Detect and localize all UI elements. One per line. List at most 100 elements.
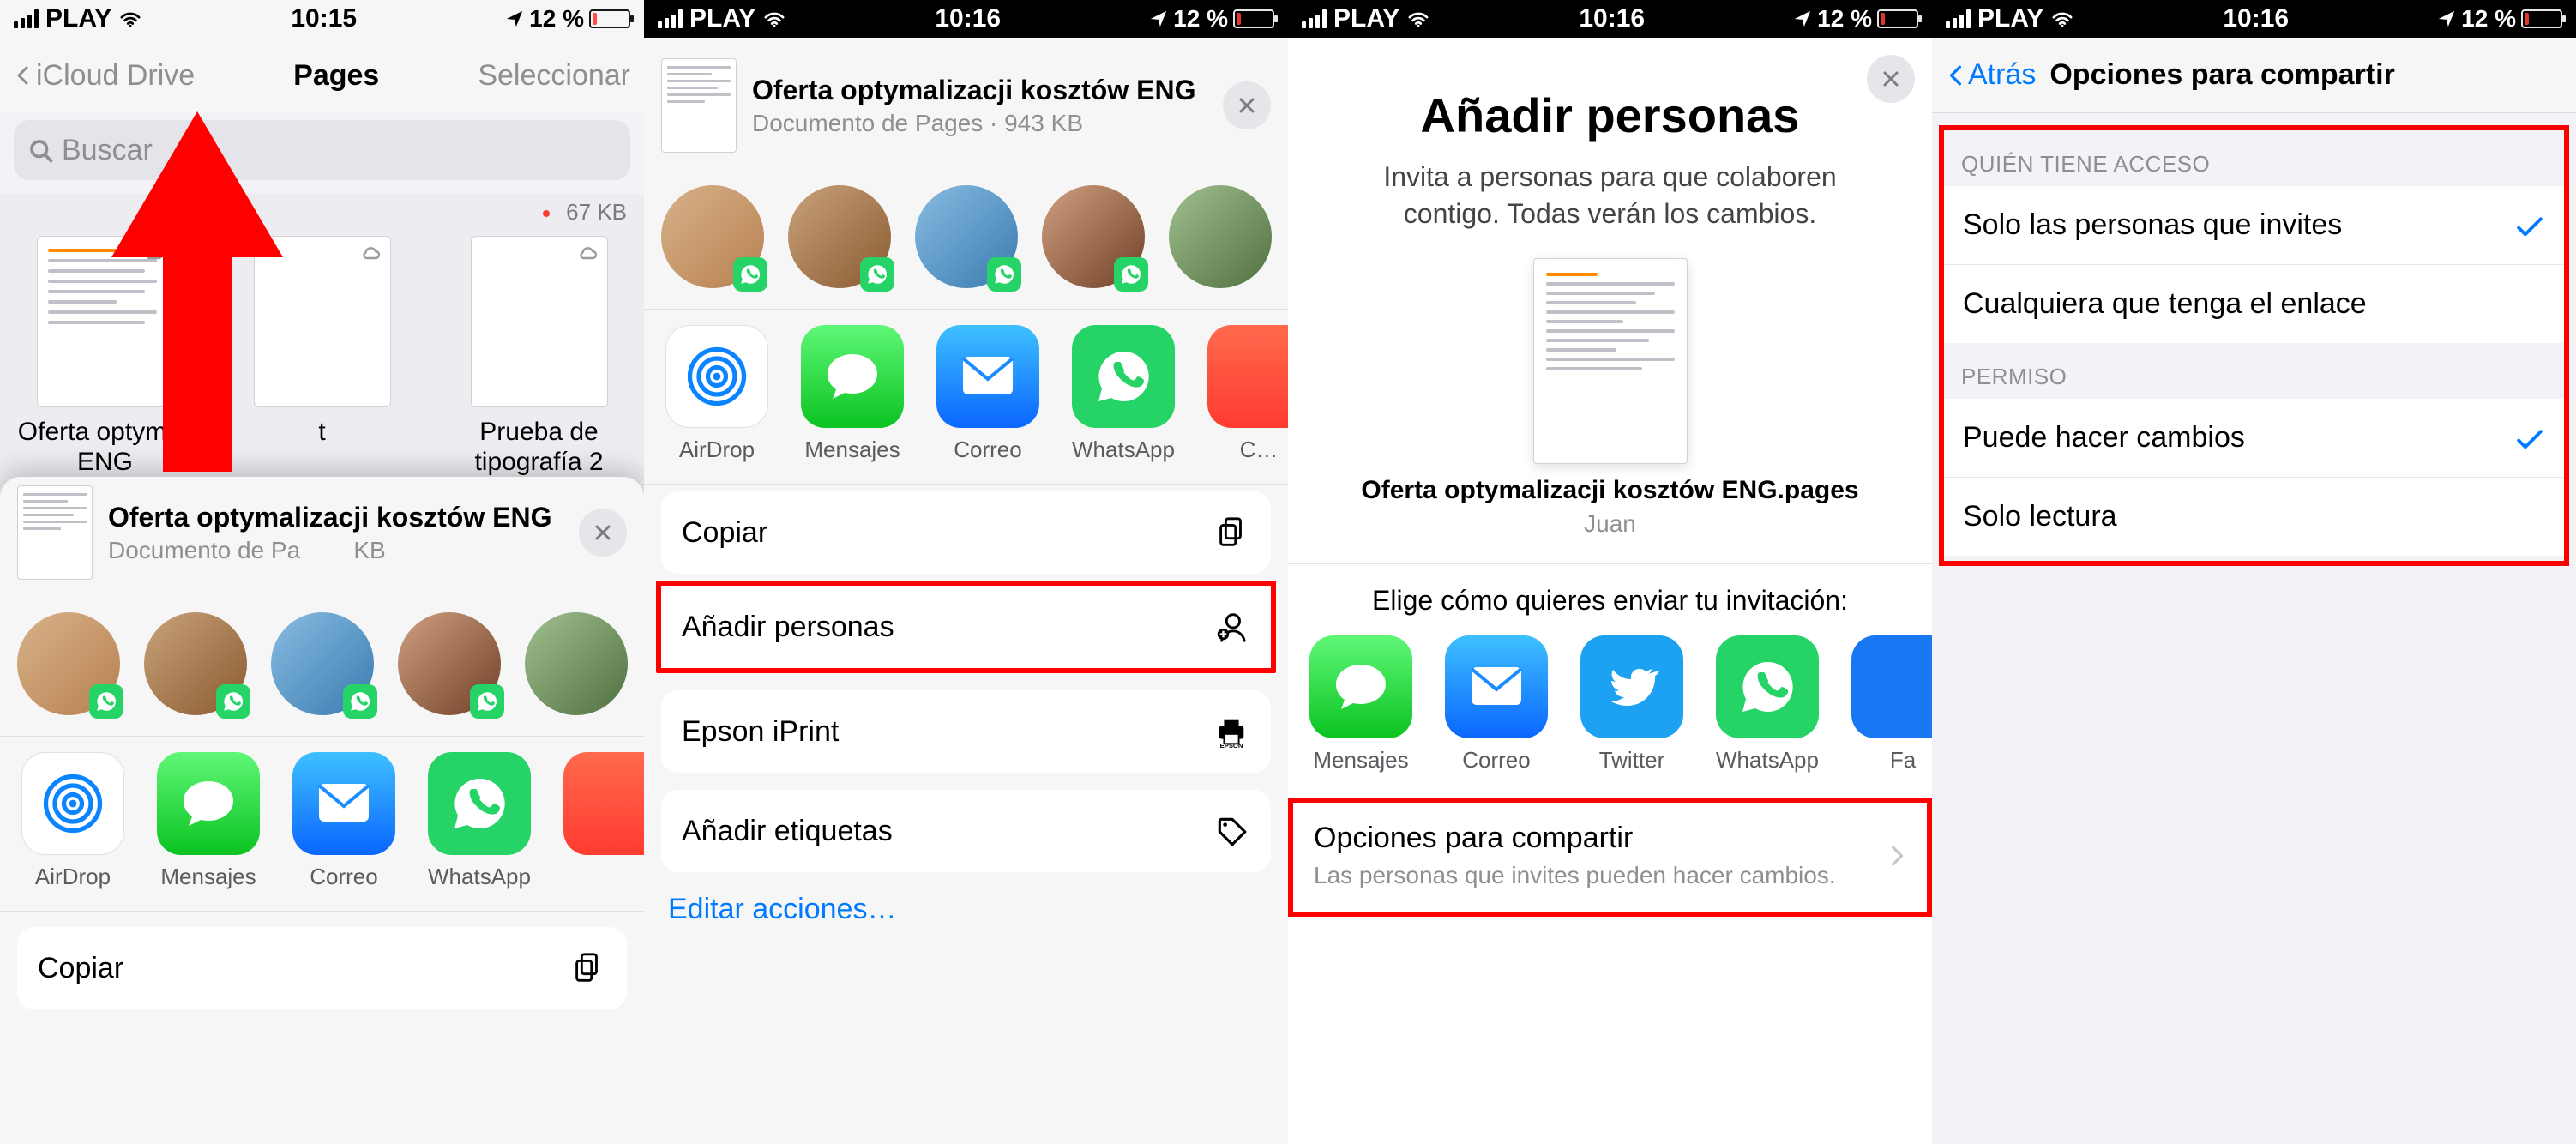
copy-icon (1213, 514, 1250, 551)
app-mensajes[interactable]: Mensajes (797, 325, 908, 463)
contact-avatar[interactable] (525, 612, 628, 715)
row-can-edit[interactable]: Puede hacer cambios (1944, 399, 2564, 478)
select-button[interactable]: Seleccionar (478, 59, 630, 93)
close-button[interactable] (579, 509, 627, 557)
wifi-icon (2050, 9, 2074, 28)
whatsapp-badge-icon (733, 257, 767, 292)
app-more[interactable] (559, 752, 644, 890)
search-placeholder: Buscar (62, 134, 153, 167)
close-button[interactable] (1867, 55, 1915, 103)
nav-bar: Atrás Opciones para compartir (1932, 38, 2576, 113)
file-item[interactable]: Oferta optym…ENG 3/10/18 (14, 236, 196, 507)
contact-avatar[interactable] (1042, 185, 1145, 288)
chevron-left-icon (14, 61, 33, 90)
contact-avatar[interactable] (1169, 185, 1272, 288)
file-item[interactable]: t (231, 236, 413, 507)
mail-icon (1466, 657, 1526, 717)
app-label: Mensajes (1305, 747, 1417, 774)
whatsapp-icon (1093, 346, 1153, 406)
app-label: Mensajes (153, 864, 264, 890)
contact-avatar[interactable] (271, 612, 374, 715)
location-icon (2437, 9, 2456, 28)
contact-avatar[interactable] (915, 185, 1018, 288)
person-plus-icon (1213, 608, 1250, 646)
doc-owner: Juan (1288, 510, 1932, 538)
app-correo[interactable]: Correo (932, 325, 1044, 463)
battery-icon (1233, 9, 1274, 28)
row-read-only[interactable]: Solo lectura (1944, 478, 2564, 556)
check-icon (2514, 423, 2545, 454)
edit-actions-link[interactable]: Editar acciones… (644, 872, 1288, 947)
back-button[interactable]: Atrás (1946, 58, 2036, 92)
section-header-permission: PERMISO (1944, 343, 2564, 399)
location-icon (1149, 9, 1168, 28)
whatsapp-badge-icon (1114, 257, 1148, 292)
contact-avatar[interactable] (17, 612, 120, 715)
doc-filename: Oferta optymalizacji kosztów ENG.pages (1288, 476, 1932, 505)
action-add-people[interactable]: Añadir personas (661, 586, 1271, 668)
battery-pct: 12 % (1817, 5, 1872, 33)
status-time: 10:16 (2223, 4, 2289, 33)
tag-icon (1213, 812, 1250, 850)
section-header-access: QUIÉN TIENE ACCESO (1944, 130, 2564, 186)
back-label: iCloud Drive (36, 59, 195, 93)
messages-icon (822, 346, 882, 406)
app-mensajes[interactable]: Mensajes (153, 752, 264, 890)
row-label: Solo lectura (1963, 500, 2117, 533)
close-icon (1237, 95, 1257, 116)
whatsapp-badge-icon (216, 684, 250, 719)
contact-avatar[interactable] (398, 612, 501, 715)
app-airdrop[interactable]: AirDrop (17, 752, 129, 890)
search-input[interactable]: Buscar (14, 120, 630, 180)
app-correo[interactable]: Correo (288, 752, 400, 890)
row-anyone-link[interactable]: Cualquiera que tenga el enlace (1944, 265, 2564, 343)
back-button[interactable]: iCloud Drive (14, 59, 195, 93)
app-more[interactable]: Fa (1847, 635, 1932, 774)
app-twitter[interactable]: Twitter (1576, 635, 1688, 774)
mail-icon (314, 774, 374, 834)
status-time: 10:15 (291, 4, 357, 33)
action-label: Epson iPrint (682, 715, 839, 749)
app-correo[interactable]: Correo (1441, 635, 1552, 774)
app-whatsapp[interactable]: WhatsApp (1068, 325, 1179, 463)
app-label: WhatsApp (1068, 437, 1179, 463)
whatsapp-icon (1737, 657, 1797, 717)
app-label: WhatsApp (1712, 747, 1823, 774)
app-mensajes[interactable]: Mensajes (1305, 635, 1417, 774)
messages-icon (178, 774, 238, 834)
app-whatsapp[interactable]: WhatsApp (424, 752, 535, 890)
app-airdrop[interactable]: AirDrop (661, 325, 773, 463)
action-add-tags[interactable]: Añadir etiquetas (661, 790, 1271, 872)
contact-avatar[interactable] (661, 185, 764, 288)
whatsapp-badge-icon (343, 684, 377, 719)
action-copy[interactable]: Copiar (17, 927, 627, 1009)
close-button[interactable] (1223, 81, 1271, 129)
chevron-left-icon (1946, 61, 1966, 90)
action-copy[interactable]: Copiar (661, 491, 1271, 574)
action-epson-iprint[interactable]: Epson iPrint (661, 690, 1271, 773)
app-more[interactable]: C… (1203, 325, 1288, 463)
signal-icon (14, 9, 39, 28)
action-label: Añadir etiquetas (682, 815, 893, 848)
action-label: Añadir personas (682, 611, 894, 644)
share-options-row[interactable]: Opciones para compartir Las personas que… (1293, 803, 1927, 912)
app-label: Correo (288, 864, 400, 890)
app-whatsapp[interactable]: WhatsApp (1712, 635, 1823, 774)
contact-avatar[interactable] (144, 612, 247, 715)
app-label: C… (1203, 437, 1288, 463)
battery-icon (1877, 9, 1918, 28)
app-label: Twitter (1576, 747, 1688, 774)
add-people-view: Añadir personas Invita a personas para q… (1288, 38, 1932, 1144)
whatsapp-icon (449, 774, 509, 834)
chevron-right-icon (1886, 843, 1906, 869)
file-item[interactable]: Prueba de tipografía 2 5/12/19 (448, 236, 630, 507)
contact-avatar[interactable] (788, 185, 891, 288)
sheet-subtitle: Documento de Pages · 943 KB (752, 110, 1207, 137)
highlight-options: QUIÉN TIENE ACCESO Solo las personas que… (1939, 125, 2569, 566)
status-bar: PLAY 10:16 12 % (644, 0, 1288, 38)
status-bar: PLAY 10:15 12 % (0, 0, 644, 38)
wifi-icon (1406, 9, 1430, 28)
app-label: AirDrop (17, 864, 129, 890)
messages-icon (1331, 657, 1391, 717)
row-only-invited[interactable]: Solo las personas que invites (1944, 186, 2564, 265)
